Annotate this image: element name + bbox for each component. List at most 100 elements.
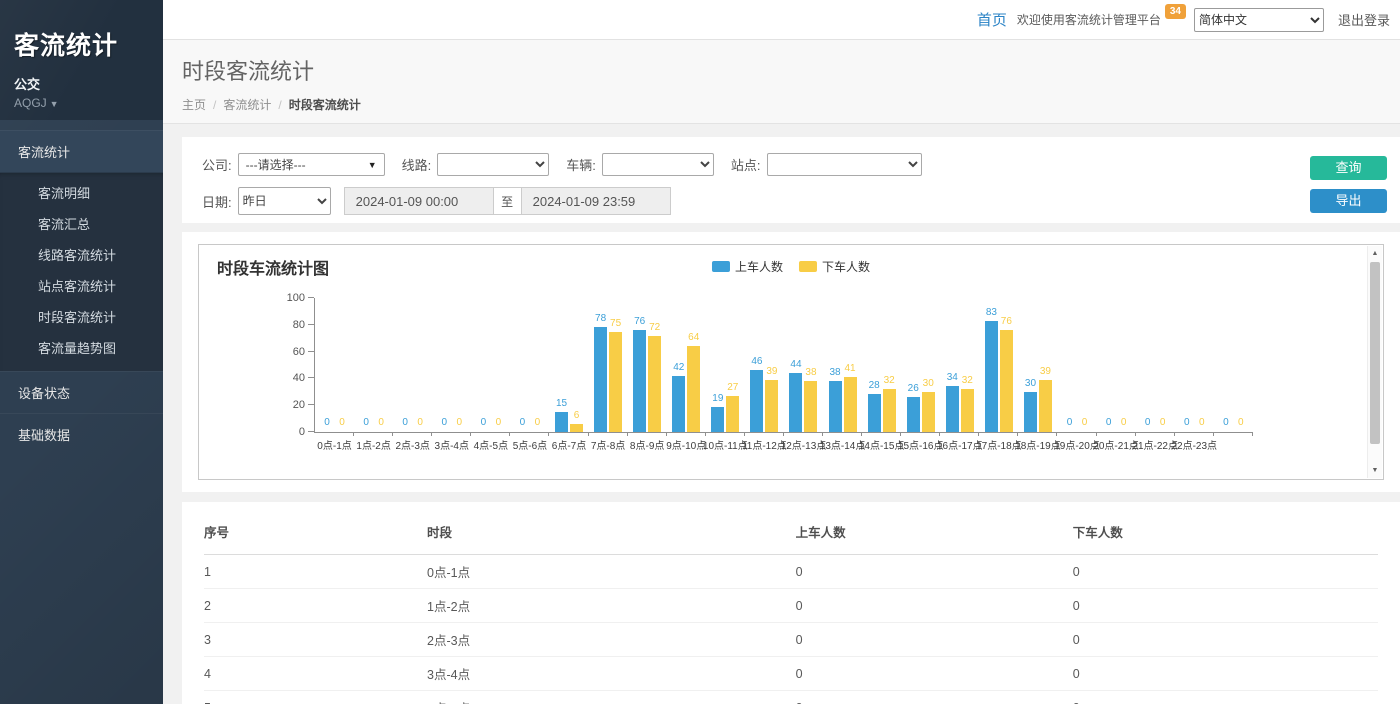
y-axis-label: 100	[287, 292, 305, 304]
notification-badge: 34	[1165, 4, 1186, 19]
table-cell: 0	[1073, 589, 1378, 623]
date-end-input[interactable]: 2024-01-09 23:59	[521, 187, 671, 215]
x-axis-tick	[939, 432, 940, 436]
chart-scrollbar[interactable]: ▲ ▼	[1367, 246, 1382, 478]
sidebar: 客流统计 公交 AQGJ▼ 客流统计 客流明细客流汇总线路客流统计站点客流统计时…	[0, 0, 163, 704]
bar-上车人数	[750, 370, 763, 432]
station-select[interactable]	[767, 153, 922, 176]
line-label: 线路:	[402, 155, 432, 174]
export-button[interactable]: 导出	[1310, 189, 1387, 213]
company-select[interactable]: ---请选择--- ▼	[238, 153, 385, 176]
line-select[interactable]	[437, 153, 549, 176]
bar-group-16点-17点: 343216点-17点	[940, 298, 979, 432]
bar-group-6点-7点: 1566点-7点	[549, 298, 588, 432]
table-header-时段: 时段	[427, 512, 796, 555]
bar-group-3点-4点: 003点-4点	[432, 298, 471, 432]
breadcrumb-separator: /	[278, 98, 281, 112]
scroll-up-icon[interactable]: ▲	[1368, 250, 1382, 257]
x-axis-label: 2点-3点	[395, 437, 429, 452]
sidebar-item-客流量趋势图[interactable]: 客流量趋势图	[0, 332, 163, 363]
bar-下车人数	[922, 392, 935, 432]
query-button[interactable]: 查询	[1310, 156, 1387, 180]
bar-下车人数	[609, 332, 622, 433]
x-axis-tick	[353, 432, 354, 436]
x-axis-tick	[627, 432, 628, 436]
company-select-value: ---请选择---	[246, 156, 306, 173]
org-selector[interactable]: AQGJ▼	[14, 96, 149, 110]
breadcrumb-passenger-stats[interactable]: 客流统计	[223, 98, 271, 112]
bar-group-5点-6点: 005点-6点	[510, 298, 549, 432]
legend-swatch	[712, 261, 730, 272]
home-link[interactable]: 首页	[977, 9, 1007, 30]
vehicle-label: 车辆:	[566, 155, 596, 174]
date-preset-select[interactable]: 昨日	[238, 187, 331, 215]
bar-下车人数	[844, 377, 857, 432]
sidebar-item-时段客流统计[interactable]: 时段客流统计	[0, 301, 163, 332]
sidebar-section-设备状态[interactable]: 设备状态	[0, 371, 163, 413]
chart-title: 时段车流统计图	[217, 255, 329, 279]
sidebar-item-线路客流统计[interactable]: 线路客流统计	[0, 239, 163, 270]
filter-vehicle: 车辆:	[566, 153, 714, 176]
bar-group-2点-3点: 002点-3点	[393, 298, 432, 432]
x-axis-label: 4点-5点	[474, 437, 508, 452]
topbar: 首页 欢迎使用客流统计管理平台 34 简体中文 退出登录	[163, 0, 1400, 40]
company-label: 公司:	[202, 155, 232, 174]
bar-上车人数	[789, 373, 802, 432]
scroll-down-icon[interactable]: ▼	[1368, 467, 1382, 474]
bar-group-23点-24点: 00	[1214, 298, 1253, 432]
chart-panel: 时段车流统计图 上车人数下车人数 000点-1点001点-2点002点-3点00…	[182, 232, 1400, 492]
sidebar-item-客流汇总[interactable]: 客流汇总	[0, 208, 163, 239]
table-cell: 0	[1073, 623, 1378, 657]
x-axis-label: 5点-6点	[513, 437, 547, 452]
date-range-separator: 至	[494, 187, 521, 215]
bar-上车人数	[1024, 392, 1037, 432]
bar-group-8点-9点: 76728点-9点	[628, 298, 667, 432]
bar-group-18点-19点: 303918点-19点	[1018, 298, 1057, 432]
bar-group-22点-23点: 0022点-23点	[1175, 298, 1214, 432]
bar-group-21点-22点: 0021点-22点	[1136, 298, 1175, 432]
bar-上车人数	[594, 327, 607, 432]
dropdown-arrow-icon: ▼	[368, 160, 377, 170]
x-axis-tick	[744, 432, 745, 436]
table-cell: 0	[796, 555, 1073, 589]
x-axis-tick	[431, 432, 432, 436]
y-axis-label: 80	[293, 319, 305, 331]
page-header: 时段客流统计 主页/客流统计/时段客流统计	[163, 40, 1400, 124]
sidebar-submenu: 客流明细客流汇总线路客流统计站点客流统计时段客流统计客流量趋势图	[0, 173, 163, 371]
table-row: 32点-3点00	[204, 623, 1378, 657]
sidebar-item-客流明细[interactable]: 客流明细	[0, 177, 163, 208]
x-axis-label: 0点-1点	[317, 437, 351, 452]
bar-上车人数	[672, 376, 685, 432]
breadcrumb-home[interactable]: 主页	[182, 98, 206, 112]
action-buttons: 查询 导出	[1310, 156, 1387, 213]
legend-item-下车人数[interactable]: 下车人数	[799, 258, 870, 275]
logout-link[interactable]: 退出登录	[1338, 10, 1390, 29]
date-start-input[interactable]: 2024-01-09 00:00	[344, 187, 494, 215]
x-axis-tick	[548, 432, 549, 436]
vehicle-select[interactable]	[602, 153, 714, 176]
sidebar-section-passenger-stats[interactable]: 客流统计	[0, 130, 163, 173]
table-cell: 2	[204, 589, 427, 623]
bar-下车人数	[687, 346, 700, 432]
legend-swatch	[799, 261, 817, 272]
breadcrumb-current: 时段客流统计	[289, 98, 361, 112]
x-axis-tick	[392, 432, 393, 436]
table-cell: 0	[796, 623, 1073, 657]
chart-legend: 上车人数下车人数	[712, 258, 870, 275]
bar-chart: 000点-1点001点-2点002点-3点003点-4点004点-5点005点-…	[315, 298, 1253, 432]
org-code-label: AQGJ	[14, 96, 47, 110]
table-row: 54点-5点00	[204, 691, 1378, 704]
bar-上车人数	[985, 321, 998, 432]
x-axis-tick	[1252, 432, 1253, 436]
scrollbar-thumb[interactable]	[1370, 262, 1380, 444]
filter-panel: 公司: ---请选择--- ▼ 线路: 车辆:	[182, 137, 1400, 223]
language-select[interactable]: 简体中文	[1194, 8, 1324, 32]
bar-下车人数	[765, 380, 778, 432]
sidebar-item-站点客流统计[interactable]: 站点客流统计	[0, 270, 163, 301]
x-axis-tick	[822, 432, 823, 436]
legend-item-上车人数[interactable]: 上车人数	[712, 258, 783, 275]
bar-value-label: 0	[522, 417, 552, 428]
table-cell: 3	[204, 623, 427, 657]
sidebar-section-基础数据[interactable]: 基础数据	[0, 413, 163, 455]
bar-下车人数	[648, 336, 661, 432]
